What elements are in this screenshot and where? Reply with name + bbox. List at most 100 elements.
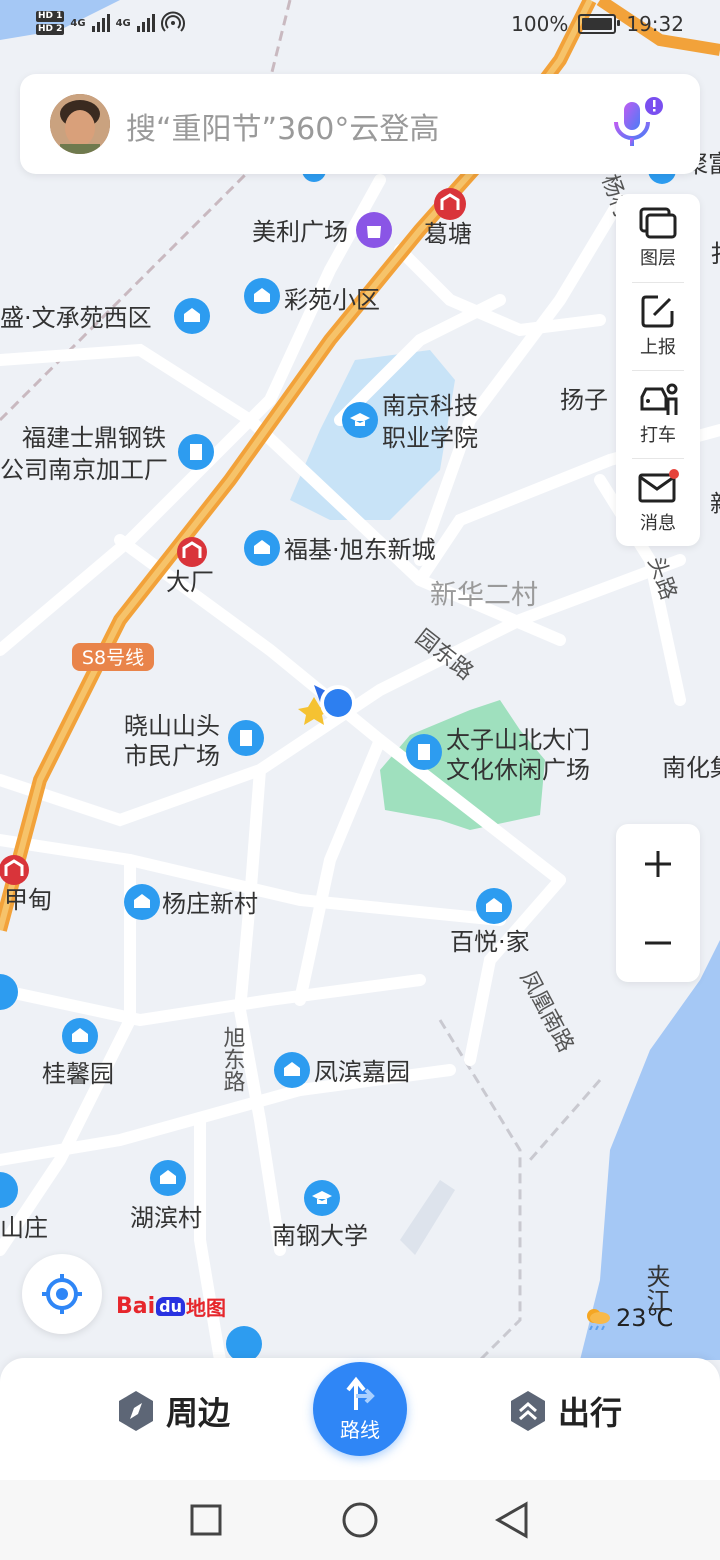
route-button[interactable]: 路线 [313, 1362, 407, 1456]
report-button[interactable]: 上报 [616, 282, 700, 370]
back-triangle-icon [494, 1501, 528, 1539]
residence-icon[interactable] [476, 888, 512, 924]
poi-label: 桂馨园 [42, 1060, 114, 1088]
nearby-label: 周边 [166, 1394, 231, 1432]
nearby-button[interactable]: 周边 [116, 1388, 230, 1434]
mail-icon [638, 469, 679, 503]
poi-label: 凤滨嘉园 [314, 1058, 410, 1086]
residence-icon[interactable] [244, 278, 280, 314]
residence-icon[interactable] [0, 1172, 18, 1208]
poi-label: 文化休闲广场 [446, 756, 590, 784]
metro-icon[interactable] [434, 188, 466, 220]
signal-icon [136, 14, 155, 32]
back-button[interactable] [494, 1501, 528, 1539]
shopping-icon[interactable] [356, 212, 392, 248]
baidu-logo: Bai du 地图 [116, 1294, 226, 1320]
residence-icon[interactable] [62, 1018, 98, 1054]
messages-button[interactable]: 消息 [616, 458, 700, 546]
weather-widget[interactable]: 23℃ [584, 1304, 674, 1332]
travel-button[interactable]: 出行 [508, 1388, 622, 1434]
metro-line-label: S8号线 [82, 647, 144, 669]
avatar[interactable] [50, 94, 110, 154]
poi-label: 公司南京加工厂 [0, 456, 168, 484]
poi-label: 湖滨村 [130, 1204, 202, 1232]
search-bar[interactable]: 搜“重阳节”360°云登高 [20, 74, 700, 174]
temperature: 23℃ [616, 1304, 674, 1332]
report-label: 上报 [640, 337, 676, 358]
minus-icon [645, 941, 671, 944]
residence-icon[interactable] [174, 298, 210, 334]
compass-icon [119, 1391, 153, 1431]
zoom-out-button[interactable] [616, 903, 700, 982]
metro-icon[interactable] [177, 537, 207, 567]
travel-icon [511, 1391, 545, 1431]
poi-label: 扌 [710, 240, 720, 268]
circle-icon [342, 1502, 378, 1538]
clock: 19:32 [626, 12, 684, 36]
battery-icon [578, 14, 621, 34]
locate-button[interactable] [22, 1254, 102, 1334]
residence-icon[interactable] [244, 530, 280, 566]
voice-search-button[interactable] [600, 90, 670, 160]
hotspot-icon [160, 11, 185, 32]
hd-indicator: HD 1 HD 2 [36, 11, 65, 35]
metro-line-badge: S8号线 [72, 643, 154, 671]
travel-label: 出行 [558, 1394, 623, 1432]
battery-percent: 100% [511, 12, 569, 36]
crosshair-icon [42, 1274, 82, 1314]
poi-label: 美利广场 [252, 218, 348, 246]
school-icon[interactable] [342, 402, 378, 438]
poi-label: 扬子 [560, 386, 608, 414]
recent-apps-button[interactable] [190, 1504, 222, 1536]
poi-label: 福建士鼎钢铁 [22, 424, 166, 452]
poi-label: 彩苑小区 [284, 286, 380, 314]
poi-label: 新 [710, 490, 720, 518]
screen: S8号线 美利广场 葛塘 彩苑小区 盛·文承苑西区 南京科技 职业学院 福建士鼎… [0, 0, 720, 1560]
residence-icon[interactable] [0, 974, 18, 1010]
network-type: 4G [70, 17, 86, 29]
poi-label: 市民广场 [124, 742, 220, 770]
metro-icon[interactable] [0, 855, 29, 885]
layers-label: 图层 [640, 248, 676, 269]
map-toolbar: 图层 上报 打车 消息 [616, 194, 700, 546]
network-type: 4G [115, 17, 131, 29]
layers-button[interactable]: 图层 [616, 194, 700, 282]
school-icon[interactable] [304, 1180, 340, 1216]
route-arrow-icon [346, 1376, 375, 1410]
poi-label: 葛塘 [424, 220, 472, 248]
poi-label: 南化集 [662, 754, 720, 782]
poi-label: 南钢大学 [272, 1222, 368, 1250]
taxi-icon [640, 383, 678, 415]
office-icon[interactable] [228, 720, 264, 756]
layers-icon [639, 207, 677, 239]
system-nav-bar [0, 1480, 720, 1560]
office-icon[interactable] [406, 734, 442, 770]
residence-icon[interactable] [150, 1160, 186, 1196]
poi-label: 大厂 [166, 568, 214, 596]
square-icon [190, 1504, 222, 1536]
search-input[interactable]: 搜“重阳节”360°云登高 [126, 104, 439, 148]
poi-label: 晓山山头 [124, 712, 220, 740]
route-label: 路线 [340, 1417, 380, 1442]
road-label: 凤凰南路 [515, 967, 578, 1056]
poi-label: 盛·文承苑西区 [0, 304, 152, 332]
poi-label: 山庄 [0, 1214, 48, 1242]
microphone-icon [614, 97, 663, 146]
signal-icon [91, 14, 110, 32]
poi-label: 福基·旭东新城 [284, 536, 436, 564]
park-icon[interactable] [226, 1326, 262, 1362]
office-icon[interactable] [178, 434, 214, 470]
road-label: 旭东路 [220, 1026, 246, 1092]
taxi-button[interactable]: 打车 [616, 370, 700, 458]
poi-label: 南京科技 [382, 392, 478, 420]
messages-label: 消息 [640, 513, 676, 534]
home-button[interactable] [342, 1502, 378, 1538]
taxi-label: 打车 [640, 425, 676, 446]
weather-rain-icon [587, 1309, 610, 1330]
residence-icon[interactable] [274, 1052, 310, 1088]
plus-icon [645, 850, 671, 877]
poi-label: 百悦·家 [450, 928, 530, 956]
residence-icon[interactable] [124, 884, 160, 920]
zoom-in-button[interactable] [616, 824, 700, 903]
status-bar: HD 1 HD 2 4G 4G 100% 19:32 [0, 0, 720, 50]
